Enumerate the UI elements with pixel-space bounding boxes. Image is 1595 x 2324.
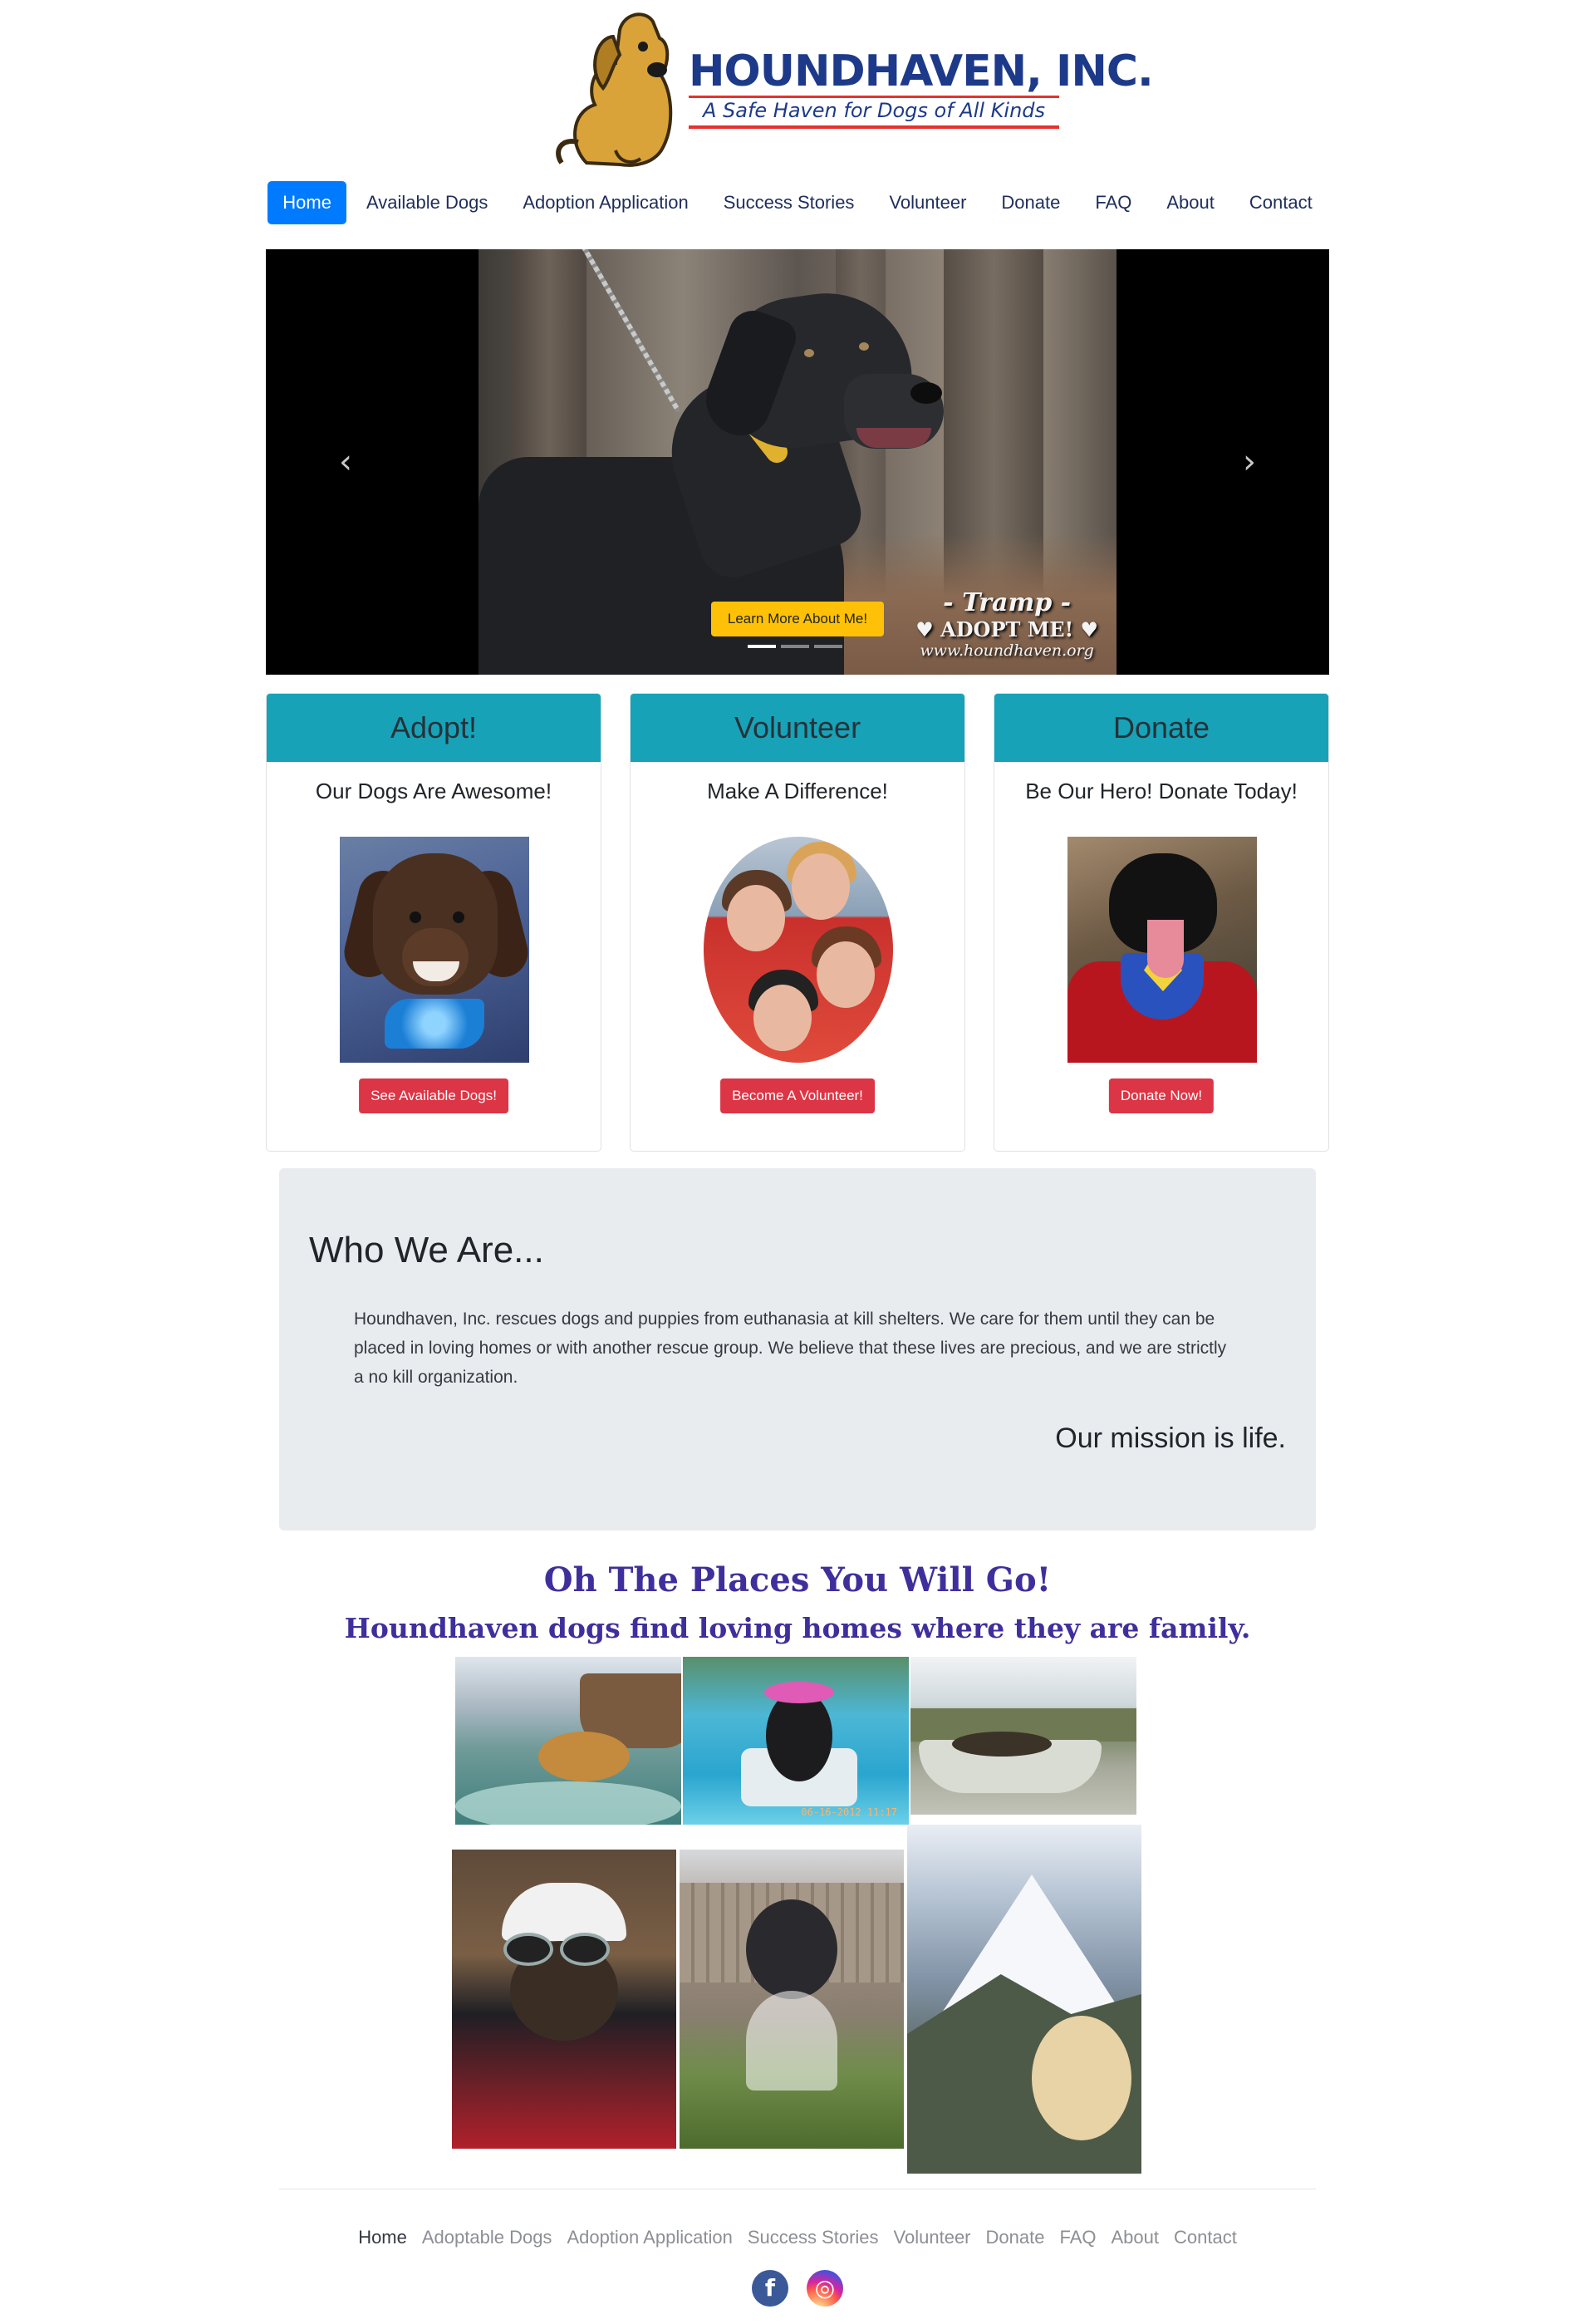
footer-link-success-stories[interactable]: Success Stories <box>748 2227 879 2248</box>
goggles-left <box>503 1933 553 1966</box>
golden-retriever <box>1032 2016 1131 2140</box>
footer-link-adoption-application[interactable]: Adoption Application <box>567 2227 732 2248</box>
nav-item-home[interactable]: Home <box>267 181 346 224</box>
black-dog <box>766 1690 832 1781</box>
dog-nose <box>910 382 942 404</box>
footer-link-about[interactable]: About <box>1111 2227 1159 2248</box>
watermark-dog-name: - Tramp - <box>943 588 1072 617</box>
card-subtitle: Make A Difference! <box>707 779 888 803</box>
site-logo[interactable]: HOUNDHAVEN, INC. A Safe Haven for Dogs o… <box>537 5 1154 171</box>
sprinkler-spray <box>746 1991 837 2091</box>
social-links: f ◎ <box>0 2270 1595 2307</box>
who-we-are-text: Houndhaven, Inc. rescues dogs and puppie… <box>354 1309 1227 1387</box>
dog-leash <box>580 249 681 413</box>
gallery-photo-goggles-dog[interactable] <box>452 1850 676 2149</box>
dog-tongue <box>1147 920 1184 978</box>
footer-link-volunteer[interactable]: Volunteer <box>894 2227 971 2248</box>
footer-nav: Home Adoptable Dogs Adoption Application… <box>0 2227 1595 2248</box>
puppy-bowtie <box>385 999 484 1049</box>
card-header: Donate <box>994 694 1328 762</box>
chevron-right-icon: › <box>1243 443 1256 481</box>
jumping-dog <box>538 1732 630 1781</box>
white-helmet <box>502 1883 626 1941</box>
leaping-dog <box>746 1899 837 1999</box>
who-we-are-section: Who We Are... Houndhaven, Inc. rescues d… <box>279 1168 1316 1530</box>
nav-item-volunteer[interactable]: Volunteer <box>874 181 981 224</box>
card-header: Volunteer <box>631 694 964 762</box>
places-subtitle: Houndhaven dogs find loving homes where … <box>344 1612 1251 1644</box>
card-volunteer: Volunteer Make A Difference! Become A Vo… <box>630 693 965 1152</box>
who-we-are-heading: Who We Are... <box>309 1230 544 1270</box>
hero-carousel: - Tramp - ♥ ADOPT ME! ♥ www.houndhaven.o… <box>266 249 1329 675</box>
volunteer-face <box>792 853 850 920</box>
places-title: Oh The Places You Will Go! <box>543 1560 1052 1599</box>
dog-mouth <box>856 428 931 448</box>
nav-item-success-stories[interactable]: Success Stories <box>709 181 870 224</box>
card-subtitle: Be Our Hero! Donate Today! <box>1025 779 1298 803</box>
card-donate: Donate Be Our Hero! Donate Today! Donate… <box>994 693 1329 1152</box>
watermark-url: www.houndhaven.org <box>920 641 1094 660</box>
see-available-dogs-button[interactable]: See Available Dogs! <box>359 1078 508 1113</box>
nav-item-faq[interactable]: FAQ <box>1080 181 1146 224</box>
dog-eye <box>859 342 869 351</box>
footer-link-home[interactable]: Home <box>358 2227 407 2248</box>
water-splash <box>455 1781 681 1825</box>
nav-item-available-dogs[interactable]: Available Dogs <box>351 181 503 224</box>
main-nav: Home Available Dogs Adoption Application… <box>0 181 1595 224</box>
card-header: Adopt! <box>267 694 601 762</box>
dog-eye <box>804 349 814 357</box>
learn-more-button[interactable]: Learn More About Me! <box>711 602 884 636</box>
carousel-indicator-1[interactable] <box>748 645 776 648</box>
hound-mascot-icon <box>556 12 673 167</box>
dogs-in-boat <box>952 1732 1052 1757</box>
chevron-left-icon: ‹ <box>339 443 352 481</box>
watermark-adopt-me: ♥ ADOPT ME! ♥ <box>915 617 1098 641</box>
photo-date-stamp: 06-16-2012 11:17 <box>801 1806 897 1818</box>
footer-link-faq[interactable]: FAQ <box>1059 2227 1096 2248</box>
gallery-photo-sprinkler[interactable] <box>680 1850 904 2149</box>
footer-link-adoptable-dogs[interactable]: Adoptable Dogs <box>422 2227 552 2248</box>
puppy-eye <box>453 911 464 923</box>
nav-item-contact[interactable]: Contact <box>1234 181 1328 224</box>
nav-item-donate[interactable]: Donate <box>986 181 1075 224</box>
nav-item-about[interactable]: About <box>1151 181 1229 224</box>
footer-link-contact[interactable]: Contact <box>1174 2227 1237 2248</box>
brand-name: HOUNDHAVEN, INC. <box>689 47 1154 96</box>
puppy-eye <box>410 911 421 923</box>
goggles-right <box>560 1933 610 1966</box>
carousel-next-button[interactable]: › <box>1233 445 1266 479</box>
carousel-indicators <box>748 645 842 648</box>
carousel-indicator-2[interactable] <box>781 645 809 648</box>
gallery-photo-boat[interactable] <box>910 1657 1136 1815</box>
puppy-photo <box>340 837 529 1063</box>
volunteer-face <box>727 885 785 951</box>
volunteer-face <box>753 985 812 1051</box>
gallery-photo-mountain[interactable] <box>907 1825 1141 2174</box>
volunteers-photo <box>704 837 893 1063</box>
carousel-indicator-3[interactable] <box>814 645 842 648</box>
pink-goggles <box>764 1682 834 1703</box>
donate-now-button[interactable]: Donate Now! <box>1108 1078 1215 1113</box>
carousel-prev-button[interactable]: ‹ <box>329 445 362 479</box>
become-volunteer-button[interactable]: Become A Volunteer! <box>720 1078 875 1113</box>
mission-statement: Our mission is life. <box>1055 1422 1286 1454</box>
nav-item-adoption-application[interactable]: Adoption Application <box>508 181 703 224</box>
slide-watermark: - Tramp - ♥ ADOPT ME! ♥ www.houndhaven.o… <box>915 588 1098 660</box>
facebook-icon[interactable]: f <box>752 2270 788 2307</box>
card-subtitle: Our Dogs Are Awesome! <box>315 779 552 803</box>
gallery-photo-pool-float[interactable]: 06-16-2012 11:17 <box>683 1657 909 1825</box>
brand-tagline: A Safe Haven for Dogs of All Kinds <box>689 96 1059 129</box>
card-adopt: Adopt! Our Dogs Are Awesome! See Availab… <box>266 693 601 1152</box>
gallery-photo-pool-jump[interactable] <box>455 1657 681 1825</box>
superhero-dog-photo <box>1067 837 1257 1063</box>
footer-link-donate[interactable]: Donate <box>986 2227 1045 2248</box>
volunteer-face <box>817 941 875 1008</box>
instagram-icon[interactable]: ◎ <box>807 2270 843 2307</box>
